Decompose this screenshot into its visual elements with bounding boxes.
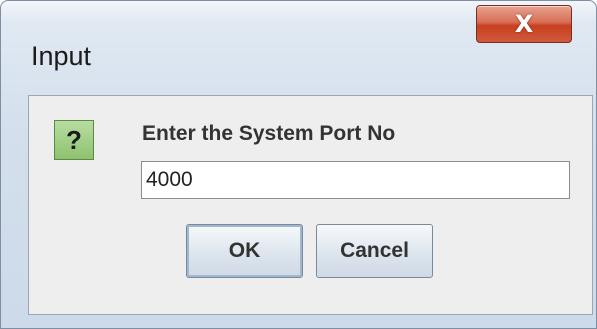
question-icon: ? <box>54 120 94 160</box>
window-title: Input <box>31 41 92 71</box>
port-number-input[interactable] <box>141 161 570 199</box>
ok-button[interactable]: OK <box>186 224 303 278</box>
prompt-label: Enter the System Port No <box>142 122 396 145</box>
question-mark-glyph: ? <box>66 124 82 155</box>
dialog-content-panel: ? Enter the System Port No OK Cancel <box>28 95 593 315</box>
cancel-button[interactable]: Cancel <box>316 224 433 278</box>
close-button[interactable]: X <box>476 5 572 43</box>
input-dialog-window: Input X ? Enter the System Port No OK Ca… <box>0 0 597 329</box>
close-icon: X <box>514 10 534 38</box>
